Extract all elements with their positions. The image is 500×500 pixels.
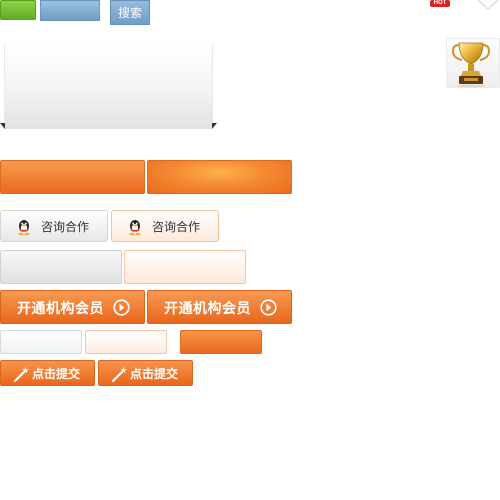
panel-corner-right — [212, 123, 217, 129]
blue-button[interactable] — [40, 0, 100, 21]
submit-button-hover[interactable]: 点击提交 — [98, 360, 193, 386]
gray-panel — [4, 43, 213, 129]
small-white-button[interactable] — [0, 330, 82, 354]
chevron-down-icon[interactable] — [476, 0, 500, 10]
small-orange-button[interactable] — [180, 330, 262, 354]
submit-label: 点击提交 — [130, 367, 179, 381]
open-membership-button-hover[interactable]: 开通机构会员 — [147, 290, 292, 324]
membership-label: 开通机构会员 — [17, 300, 104, 316]
open-membership-button[interactable]: 开通机构会员 — [0, 290, 145, 324]
hot-badge: HOT — [430, 0, 450, 7]
small-peach-button[interactable] — [85, 330, 167, 354]
search-button[interactable]: 搜索 — [110, 0, 150, 25]
peach-button[interactable] — [124, 250, 246, 284]
trophy-icon — [451, 42, 491, 88]
gray-button[interactable] — [0, 250, 122, 284]
membership-label: 开通机构会员 — [164, 300, 251, 316]
magic-wand-icon — [111, 366, 127, 383]
circle-arrow-right-icon — [113, 299, 130, 316]
magic-wand-icon — [13, 366, 29, 383]
submit-button[interactable]: 点击提交 — [0, 360, 95, 386]
consult-label: 咨询合作 — [41, 220, 90, 234]
circle-arrow-right-icon — [260, 299, 277, 316]
consult-button[interactable]: 咨询合作 — [0, 210, 108, 242]
consult-label: 咨询合作 — [152, 220, 201, 234]
orange-button[interactable] — [0, 160, 145, 194]
green-button[interactable] — [0, 0, 36, 20]
orange-button-hover[interactable] — [147, 160, 292, 194]
panel-corner-left — [0, 123, 5, 129]
trophy-tile — [446, 38, 500, 88]
qq-penguin-icon — [129, 220, 141, 236]
submit-label: 点击提交 — [32, 367, 81, 381]
qq-penguin-icon — [18, 220, 30, 236]
consult-button-hover[interactable]: 咨询合作 — [111, 210, 219, 242]
